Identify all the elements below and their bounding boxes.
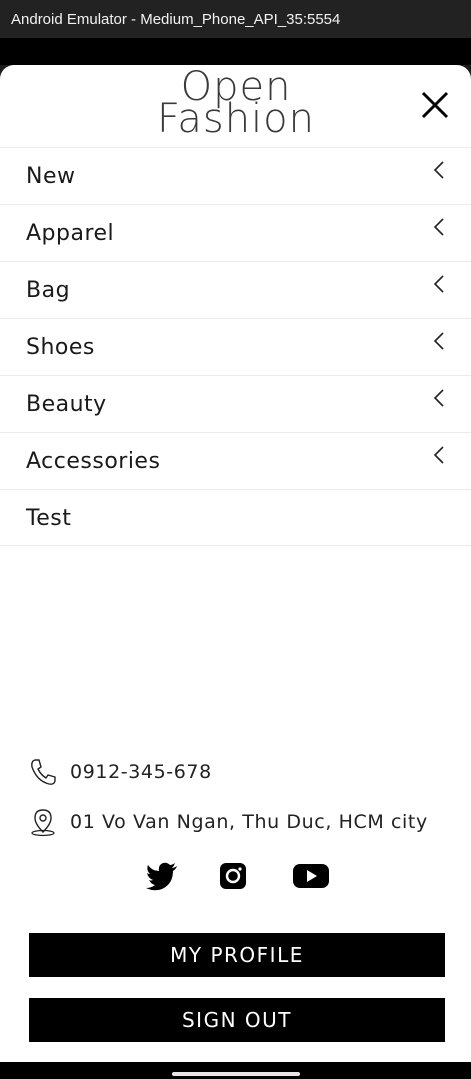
- menu-item-bag[interactable]: Bag: [0, 261, 471, 318]
- twitter-icon[interactable]: [145, 860, 179, 892]
- menu-item-label: New: [26, 164, 76, 189]
- instagram-icon[interactable]: [219, 860, 247, 892]
- chevron-left-icon: [433, 218, 444, 236]
- youtube-icon[interactable]: [292, 860, 330, 892]
- menu-item-label: Shoes: [26, 335, 95, 360]
- chevron-left-icon: [433, 161, 444, 179]
- chevron-left-icon: [433, 389, 444, 407]
- window-title: Android Emulator - Medium_Phone_API_35:5…: [11, 10, 341, 28]
- address-text: 01 Vo Van Ngan, Thu Duc, HCM city: [70, 811, 428, 833]
- category-menu: New Apparel Bag Shoes Beauty Accessories…: [0, 147, 471, 546]
- status-bar: [0, 38, 471, 65]
- contact-address[interactable]: 01 Vo Van Ngan, Thu Duc, HCM city: [28, 807, 428, 837]
- menu-item-test[interactable]: Test: [0, 489, 471, 546]
- chevron-left-icon: [433, 446, 444, 464]
- close-icon[interactable]: [419, 89, 451, 121]
- phone-number: 0912-345-678: [70, 761, 212, 783]
- logo-line-2: Fashion: [157, 96, 315, 142]
- menu-item-label: Bag: [26, 278, 71, 303]
- menu-item-label: Beauty: [26, 392, 107, 417]
- sign-out-button[interactable]: SIGN OUT: [29, 998, 445, 1042]
- menu-item-shoes[interactable]: Shoes: [0, 318, 471, 375]
- home-indicator[interactable]: [172, 1072, 300, 1076]
- chevron-left-icon: [433, 275, 444, 293]
- chevron-left-icon: [433, 332, 444, 350]
- social-links: [0, 860, 471, 892]
- menu-item-label: Test: [26, 506, 72, 531]
- open-fashion-logo: Open Fashion: [154, 67, 318, 142]
- phone-icon: [31, 759, 56, 785]
- gesture-bar: [0, 1062, 471, 1079]
- menu-item-accessories[interactable]: Accessories: [0, 432, 471, 489]
- my-profile-button[interactable]: MY PROFILE: [29, 933, 445, 977]
- menu-item-apparel[interactable]: Apparel: [0, 204, 471, 261]
- menu-item-label: Accessories: [26, 449, 161, 474]
- emulator-title-bar: Android Emulator - Medium_Phone_API_35:5…: [0, 0, 471, 38]
- menu-item-new[interactable]: New: [0, 147, 471, 204]
- side-menu-screen: Open Fashion New Apparel Bag Shoes Beaut…: [0, 65, 471, 1062]
- location-pin-icon: [31, 809, 55, 837]
- menu-header: Open Fashion: [0, 65, 471, 147]
- menu-item-beauty[interactable]: Beauty: [0, 375, 471, 432]
- contact-phone[interactable]: 0912-345-678: [28, 757, 212, 787]
- menu-item-label: Apparel: [26, 221, 115, 246]
